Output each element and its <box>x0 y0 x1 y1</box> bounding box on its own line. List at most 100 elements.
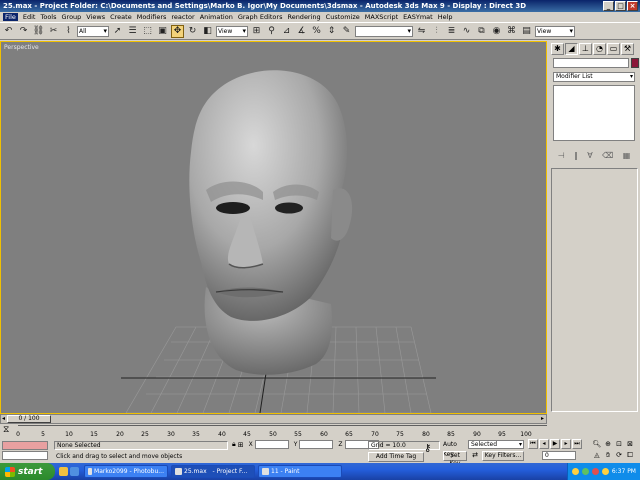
make-unique-icon[interactable]: ∀ <box>587 151 592 160</box>
y-coordinate-field[interactable] <box>299 440 334 449</box>
unlink-icon[interactable]: ✂ <box>47 25 60 38</box>
select-and-rotate-icon[interactable]: ↻ <box>186 25 199 38</box>
zoom-extents-all-icon[interactable]: ⊠ <box>625 439 635 449</box>
zoom-extents-icon[interactable]: ⊡ <box>614 439 624 449</box>
align-icon[interactable]: ⫶ <box>430 25 443 38</box>
absolute-mode-icon[interactable]: ⊞ <box>238 441 244 449</box>
auto-key-button[interactable]: Auto Key <box>443 440 467 458</box>
named-selection-dropdown[interactable] <box>355 25 413 37</box>
menu-edit[interactable]: Edit <box>23 13 36 21</box>
key-toggle-icon[interactable]: ⇄ <box>469 451 481 461</box>
perspective-viewport[interactable]: Perspective <box>0 41 547 414</box>
clock[interactable]: 6:37 PM <box>612 468 636 475</box>
snaps-toggle-icon[interactable]: ⊿ <box>280 25 293 38</box>
menu-tools[interactable]: Tools <box>40 13 56 21</box>
zoom-icon[interactable]: 🔍︎ <box>592 439 602 449</box>
menu-animation[interactable]: Animation <box>200 13 233 21</box>
zoom-all-icon[interactable]: ⊕ <box>603 439 613 449</box>
maxscript-listener-mini[interactable] <box>2 441 48 450</box>
menu-graph-editors[interactable]: Graph Editors <box>238 13 283 21</box>
pivot-center-icon[interactable]: ⊞ <box>250 25 263 38</box>
maxscript-input-mini[interactable] <box>2 451 48 460</box>
spinner-snap-icon[interactable]: ⇕ <box>325 25 338 38</box>
create-tab-icon[interactable]: ✱ <box>551 43 564 55</box>
maximize-button[interactable]: □ <box>615 1 626 11</box>
modifier-stack[interactable] <box>553 85 635 141</box>
angle-snap-icon[interactable]: ∡ <box>295 25 308 38</box>
utilities-tab-icon[interactable]: ⚒ <box>621 43 634 55</box>
curve-editor-icon[interactable]: ∿ <box>460 25 473 38</box>
maximize-viewport-icon[interactable]: ⧠ <box>625 450 635 460</box>
window-crossing-icon[interactable]: ▣ <box>156 25 169 38</box>
task-photobucket[interactable]: Marko2099 - Photobu... <box>84 465 168 478</box>
display-tab-icon[interactable]: ▭ <box>607 43 620 55</box>
quick-launch-icon[interactable] <box>59 467 68 476</box>
reference-coordinate-dropdown[interactable]: View <box>216 25 248 37</box>
task-3dsmax[interactable]: 25.max - Project F... <box>171 465 255 478</box>
previous-frame-icon[interactable]: ◂ <box>539 439 549 449</box>
mirror-icon[interactable]: ⇋ <box>415 25 428 38</box>
undo-icon[interactable]: ↶ <box>2 25 15 38</box>
link-icon[interactable]: ⛓ <box>32 25 45 38</box>
selection-filter-dropdown[interactable]: All <box>77 25 109 37</box>
add-time-tag-button[interactable]: Add Time Tag <box>368 452 424 462</box>
redo-icon[interactable]: ↷ <box>17 25 30 38</box>
time-slider[interactable]: ◂ 0 / 100 ▸ <box>0 414 547 424</box>
mini-curve-editor-icon[interactable]: ⧖ <box>3 425 9 435</box>
render-type-dropdown[interactable]: View <box>535 25 575 37</box>
select-by-name-icon[interactable]: ☰ <box>126 25 139 38</box>
set-keys-icon[interactable]: ⚷ <box>424 443 431 454</box>
menu-maxscript[interactable]: MAXScript <box>365 13 398 21</box>
modify-tab-icon[interactable]: ◢ <box>565 43 578 55</box>
edit-named-selection-icon[interactable]: ✎ <box>340 25 353 38</box>
menu-file[interactable]: File <box>3 13 18 21</box>
configure-sets-icon[interactable]: ▦ <box>623 151 631 160</box>
menu-reactor[interactable]: reactor <box>171 13 194 21</box>
select-and-move-icon[interactable]: ✥ <box>171 24 184 38</box>
tray-icon[interactable] <box>591 468 599 475</box>
menu-rendering[interactable]: Rendering <box>287 13 320 21</box>
object-color-swatch[interactable] <box>631 58 639 68</box>
select-and-scale-icon[interactable]: ◧ <box>201 25 214 38</box>
render-frame-icon[interactable]: ▤ <box>520 25 533 38</box>
tray-icon[interactable] <box>571 468 579 475</box>
select-object-icon[interactable]: ➚ <box>111 25 124 38</box>
menu-group[interactable]: Group <box>62 13 82 21</box>
x-coordinate-field[interactable] <box>254 440 289 449</box>
close-button[interactable]: × <box>627 1 638 11</box>
material-editor-icon[interactable]: ◉ <box>490 25 503 38</box>
key-filters-button[interactable]: Key Filters... <box>482 451 524 461</box>
prev-frame-icon[interactable]: ◂ <box>2 415 5 422</box>
bind-space-warp-icon[interactable]: ⌇ <box>62 25 75 38</box>
go-to-end-icon[interactable]: ⏭ <box>572 439 582 449</box>
menu-help[interactable]: Help <box>438 13 453 21</box>
percent-snap-icon[interactable]: % <box>310 25 323 38</box>
menu-modifiers[interactable]: Modifiers <box>137 13 167 21</box>
layer-manager-icon[interactable]: ≣ <box>445 25 458 38</box>
viewport-label[interactable]: Perspective <box>4 44 39 51</box>
menu-easymat[interactable]: EASYmat <box>403 13 433 21</box>
go-to-start-icon[interactable]: ⏮ <box>528 439 538 449</box>
play-icon[interactable]: ▶ <box>550 439 560 449</box>
motion-tab-icon[interactable]: ◔ <box>593 43 606 55</box>
minimize-button[interactable]: _ <box>603 1 614 11</box>
tray-icon[interactable] <box>581 468 589 475</box>
remove-modifier-icon[interactable]: ⌫ <box>602 151 613 160</box>
quick-launch-icon[interactable] <box>70 467 79 476</box>
show-end-result-icon[interactable]: ‖ <box>574 151 578 160</box>
schematic-view-icon[interactable]: ⧉ <box>475 25 488 38</box>
key-mode-dropdown[interactable]: Selected <box>468 440 524 449</box>
current-frame-field[interactable]: 0 <box>542 451 576 460</box>
modifier-list-dropdown[interactable]: Modifier List <box>553 72 635 82</box>
track-bar[interactable]: 0 5 10 15 20 25 30 35 40 45 50 55 60 65 … <box>16 425 547 440</box>
time-slider-thumb[interactable]: 0 / 100 <box>7 415 51 423</box>
start-button[interactable]: start <box>0 463 55 480</box>
selection-lock-icon[interactable]: 🔒︎ <box>232 440 236 449</box>
pin-stack-icon[interactable]: ⊣ <box>558 151 565 160</box>
menu-views[interactable]: Views <box>86 13 105 21</box>
arc-rotate-icon[interactable]: ⟳ <box>614 450 624 460</box>
object-name-field[interactable] <box>553 58 629 68</box>
rectangular-selection-icon[interactable]: ⬚ <box>141 25 154 38</box>
pan-icon[interactable]: ✋︎ <box>603 450 613 460</box>
menu-customize[interactable]: Customize <box>326 13 360 21</box>
